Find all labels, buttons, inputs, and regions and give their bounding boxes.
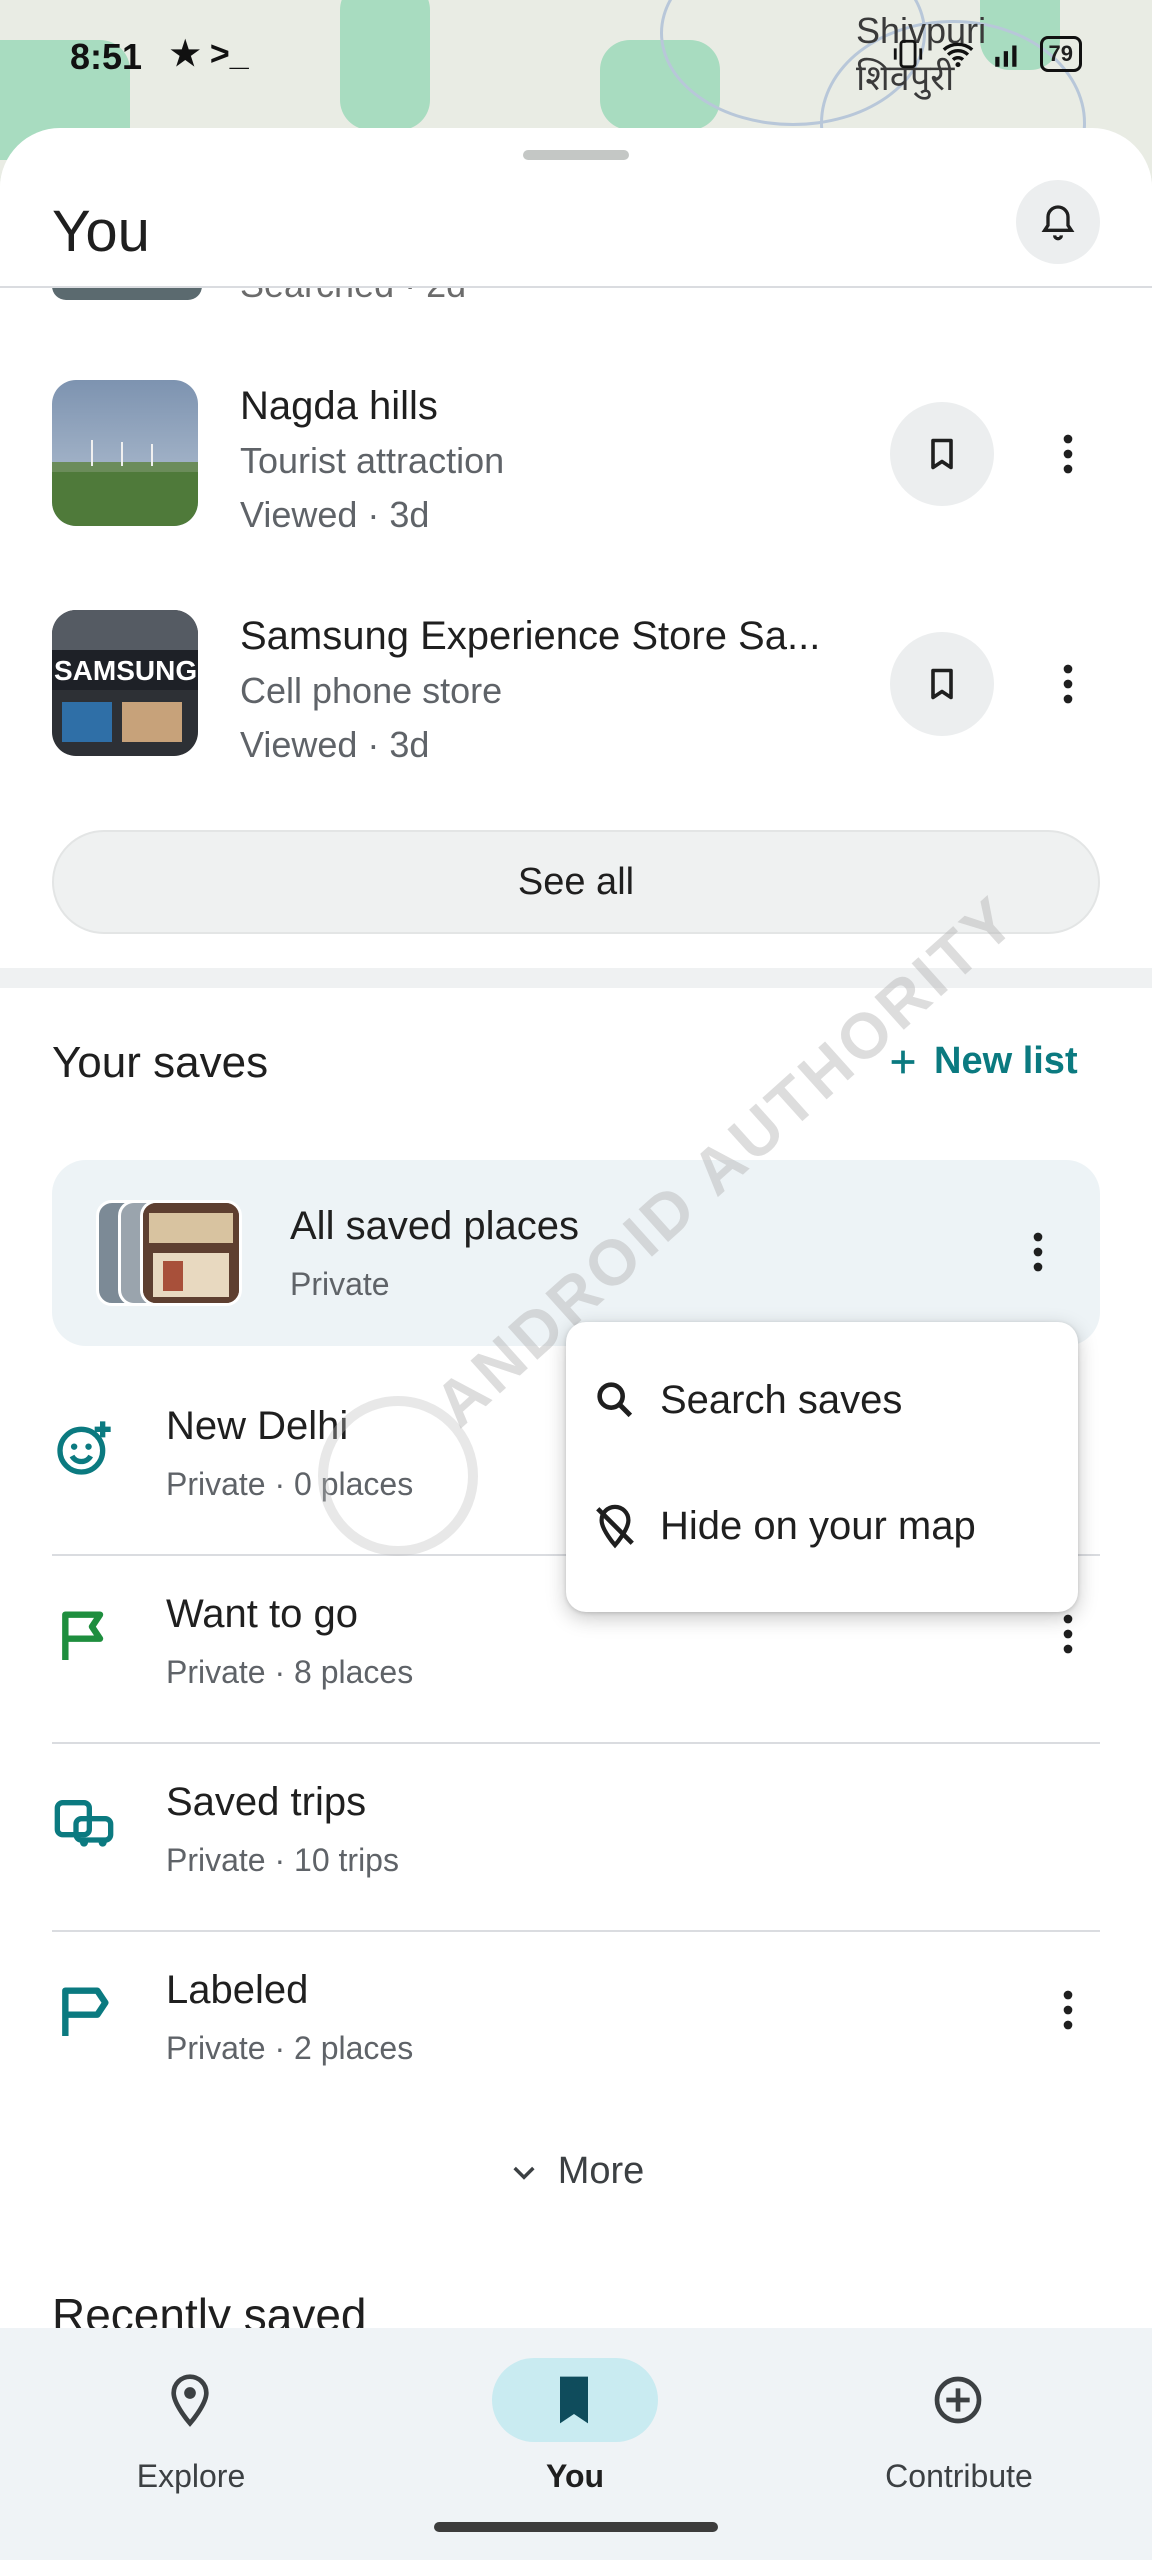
flag-icon bbox=[62, 1611, 104, 1660]
chevron-down-icon bbox=[513, 2166, 535, 2180]
more-label: More bbox=[557, 2150, 645, 2192]
list-name: Labeled bbox=[166, 1968, 309, 2012]
menu-item-label: Search saves bbox=[660, 1377, 903, 1422]
menu-item-search-saves[interactable]: Search saves bbox=[566, 1340, 1078, 1460]
nav-tab-explore[interactable]: Explore bbox=[58, 2346, 298, 2496]
all-saved-privacy: Private bbox=[290, 1266, 390, 1302]
all-saved-more-button[interactable] bbox=[1010, 1224, 1066, 1280]
saved-list-labeled[interactable]: Labeled Private · 2 places bbox=[0, 1930, 1152, 2118]
overflow-menu: Search saves Hide on your map bbox=[566, 1322, 1078, 1612]
signal-icon bbox=[994, 45, 1017, 67]
emoji-add-icon bbox=[57, 1421, 111, 1475]
list-name: Saved trips bbox=[166, 1780, 367, 1824]
list-meta: Private · 10 trips bbox=[166, 1842, 399, 1878]
wifi-icon bbox=[942, 42, 973, 68]
add-circle-icon bbox=[934, 2376, 982, 2424]
status-time: 8:51 bbox=[70, 36, 143, 77]
system-icons: 79 bbox=[890, 36, 1082, 72]
more-lists-button[interactable]: More bbox=[0, 2150, 1152, 2193]
place-viewed-time: Viewed · 3d bbox=[240, 724, 430, 765]
nav-label: Contribute bbox=[885, 2458, 1033, 2494]
travel-icon bbox=[54, 1800, 114, 1847]
saved-list-saved-trips[interactable]: Saved trips Private · 10 trips bbox=[0, 1742, 1152, 1930]
place-category: Cell phone store bbox=[240, 670, 503, 711]
recent-place-row[interactable]: Nagda hills Tourist attraction Viewed · … bbox=[0, 380, 1152, 535]
place-category: Tourist attraction bbox=[240, 440, 505, 481]
bookmark-icon bbox=[560, 2376, 588, 2424]
recent-place-row[interactable]: SAMSUNG Samsung Experience Store Sa... C… bbox=[0, 610, 1152, 765]
place-thumbnail: SAMSUNG bbox=[52, 610, 198, 756]
new-list-button[interactable]: New list bbox=[886, 1040, 1078, 1083]
more-options-button[interactable] bbox=[1040, 426, 1096, 482]
battery-indicator: 79 bbox=[1039, 36, 1082, 72]
more-vert-icon bbox=[1063, 1990, 1073, 2030]
bookmark-outline-icon bbox=[931, 668, 953, 700]
all-saved-places-label: All saved places bbox=[290, 1204, 580, 1248]
home-indicator[interactable] bbox=[434, 2522, 718, 2532]
list-more-button[interactable] bbox=[1040, 1982, 1096, 2038]
status-bar: 8:51 ★ >_ 79 bbox=[0, 0, 1152, 116]
save-place-button[interactable] bbox=[890, 402, 994, 506]
save-place-button[interactable] bbox=[890, 632, 994, 736]
menu-item-hide-on-map[interactable]: Hide on your map bbox=[566, 1466, 1078, 1586]
bottom-sheet: You Searched · 2d Nagda hills Tourist at… bbox=[0, 128, 1152, 2560]
more-vert-icon bbox=[1063, 434, 1073, 474]
nav-tab-contribute[interactable]: Contribute bbox=[826, 2346, 1066, 2496]
place-name: Nagda hills bbox=[240, 384, 438, 428]
more-vert-icon bbox=[1033, 1232, 1043, 1272]
new-list-label: New list bbox=[934, 1040, 1078, 1082]
your-saves-heading: Your saves bbox=[52, 1038, 269, 1087]
page-title: You bbox=[52, 199, 150, 264]
svg-text:SAMSUNG: SAMSUNG bbox=[54, 655, 197, 686]
more-options-button[interactable] bbox=[1040, 656, 1096, 712]
bell-icon bbox=[1041, 205, 1075, 241]
bookmark-outline-icon bbox=[931, 438, 953, 470]
place-name: Samsung Experience Store Sa... bbox=[240, 614, 821, 658]
label-flag-icon bbox=[62, 1987, 109, 2036]
partial-thumbnail bbox=[52, 286, 202, 300]
search-icon bbox=[597, 1382, 633, 1418]
drag-handle[interactable] bbox=[523, 150, 629, 160]
location-pin-icon bbox=[171, 2374, 209, 2427]
menu-item-label: Hide on your map bbox=[660, 1503, 976, 1548]
nav-label: Explore bbox=[136, 2458, 246, 2494]
notifications-button[interactable] bbox=[1016, 180, 1100, 264]
list-name: New Delhi bbox=[166, 1404, 349, 1448]
nav-label: You bbox=[545, 2458, 605, 2494]
list-meta: Private · 8 places bbox=[166, 1654, 414, 1690]
notification-icons: ★ >_ bbox=[170, 35, 249, 73]
vibrate-icon bbox=[893, 39, 922, 69]
list-name: Want to go bbox=[166, 1592, 358, 1636]
location-off-icon bbox=[596, 1504, 634, 1549]
more-vert-icon bbox=[1063, 664, 1073, 704]
list-meta: Private · 2 places bbox=[166, 2030, 414, 2066]
nav-tab-you[interactable]: You bbox=[442, 2346, 682, 2496]
place-thumbnail bbox=[52, 380, 198, 526]
place-viewed-time: Viewed · 3d bbox=[240, 494, 430, 535]
saved-places-thumbnails bbox=[96, 1200, 246, 1306]
sheet-header: You bbox=[0, 168, 1152, 288]
list-more-button[interactable] bbox=[1040, 1606, 1096, 1662]
more-vert-icon bbox=[1063, 1614, 1073, 1654]
